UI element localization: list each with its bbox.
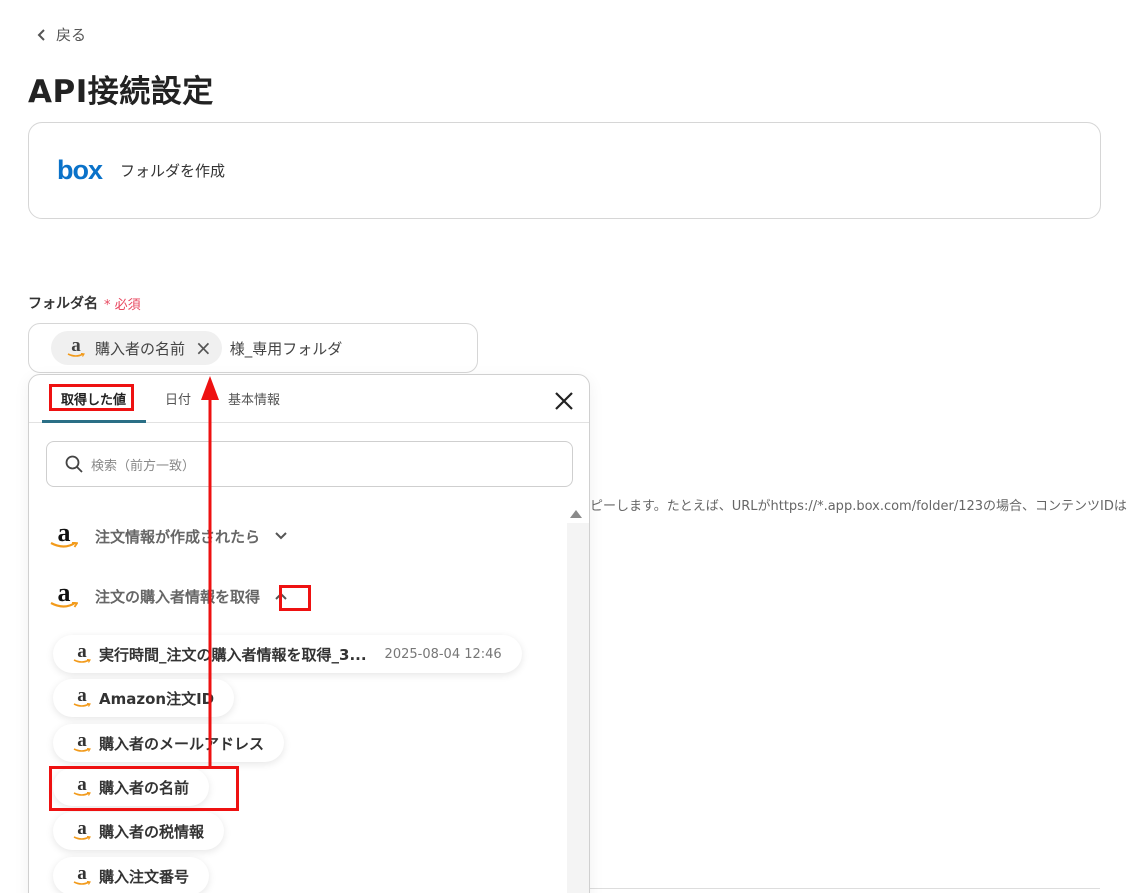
close-icon[interactable] xyxy=(554,391,574,411)
amazon-logo-icon: a xyxy=(47,520,81,551)
list-item[interactable]: a 購入者のメールアドレス xyxy=(53,724,285,762)
search-placeholder: 検索（前方一致） xyxy=(91,458,196,474)
remove-token-icon[interactable]: × xyxy=(195,338,212,358)
list-item[interactable]: a 実行時間_注文の購入者情報を取得_3... 2025-08-04 12:46 xyxy=(53,635,522,673)
tab-acquired-values[interactable]: 取得した値 xyxy=(61,389,126,408)
section-label: 注文の購入者情報を取得 xyxy=(95,587,261,606)
amazon-logo-icon: a xyxy=(73,642,91,663)
field-label-text: フォルダ名 xyxy=(28,296,98,312)
value-picker-panel: 取得した値 日付 基本情報 検索（前方一致） a 注文情報が作成されたら a 注… xyxy=(28,374,590,893)
chevron-up-icon[interactable] xyxy=(274,589,288,603)
amazon-logo-icon: a xyxy=(67,336,85,357)
active-tab-indicator xyxy=(42,420,146,423)
amazon-logo-icon: a xyxy=(73,819,91,840)
chevron-left-icon xyxy=(37,28,45,41)
item-label: 実行時間_注文の購入者情報を取得_3... xyxy=(99,645,367,664)
item-label: 購入者の名前 xyxy=(99,778,190,797)
item-label: Amazon注文ID xyxy=(99,689,215,708)
item-label: 購入者の税情報 xyxy=(99,822,205,841)
search-input[interactable]: 検索（前方一致） xyxy=(46,441,573,487)
scrollbar-track[interactable] xyxy=(567,523,589,893)
tab-basic-info[interactable]: 基本情報 xyxy=(228,389,280,408)
variable-token-chip[interactable]: a 購入者の名前 × xyxy=(51,331,222,365)
list-item[interactable]: a 購入者の税情報 xyxy=(53,812,225,850)
required-badge: * 必須 xyxy=(104,297,141,313)
folder-name-input[interactable]: a 購入者の名前 × 様_専用フォルダ xyxy=(28,323,478,373)
section-buyer-info[interactable]: a 注文の購入者情報を取得 xyxy=(47,580,288,611)
panel-tabs: 取得した値 日付 基本情報 xyxy=(29,375,589,423)
input-suffix-text: 様_専用フォルダ xyxy=(229,339,343,358)
chevron-down-icon[interactable] xyxy=(274,529,288,543)
amazon-logo-icon: a xyxy=(73,686,91,707)
amazon-logo-icon: a xyxy=(73,864,91,885)
page-title: API接続設定 xyxy=(28,74,214,110)
folder-name-label: フォルダ名 * 必須 xyxy=(28,293,141,313)
box-logo-icon: box xyxy=(57,155,103,185)
token-label: 購入者の名前 xyxy=(95,339,186,358)
action-label: フォルダを作成 xyxy=(120,162,226,180)
scroll-up-arrow-icon[interactable] xyxy=(570,510,582,518)
amazon-logo-icon: a xyxy=(73,731,91,752)
list-item[interactable]: a 購入者の名前 xyxy=(53,768,210,806)
item-timestamp: 2025-08-04 12:46 xyxy=(384,646,502,662)
item-label: 購入者のメールアドレス xyxy=(99,734,265,753)
search-icon xyxy=(65,455,83,473)
back-label: 戻る xyxy=(56,26,87,44)
item-label: 購入注文番号 xyxy=(99,867,190,886)
section-label: 注文情報が作成されたら xyxy=(95,527,261,546)
back-link[interactable]: 戻る xyxy=(36,24,86,45)
tab-date[interactable]: 日付 xyxy=(165,389,191,408)
list-item[interactable]: a 購入注文番号 xyxy=(53,857,210,893)
list-item[interactable]: a Amazon注文ID xyxy=(53,679,235,717)
help-text: ピーします。たとえば、URLがhttps://*.app.box.com/fol… xyxy=(590,499,1127,514)
amazon-logo-icon: a xyxy=(47,580,81,611)
section-order-created[interactable]: a 注文情報が作成されたら xyxy=(47,520,288,551)
amazon-logo-icon: a xyxy=(73,775,91,796)
app-action-card: box フォルダを作成 xyxy=(28,122,1101,219)
divider xyxy=(590,888,1100,889)
